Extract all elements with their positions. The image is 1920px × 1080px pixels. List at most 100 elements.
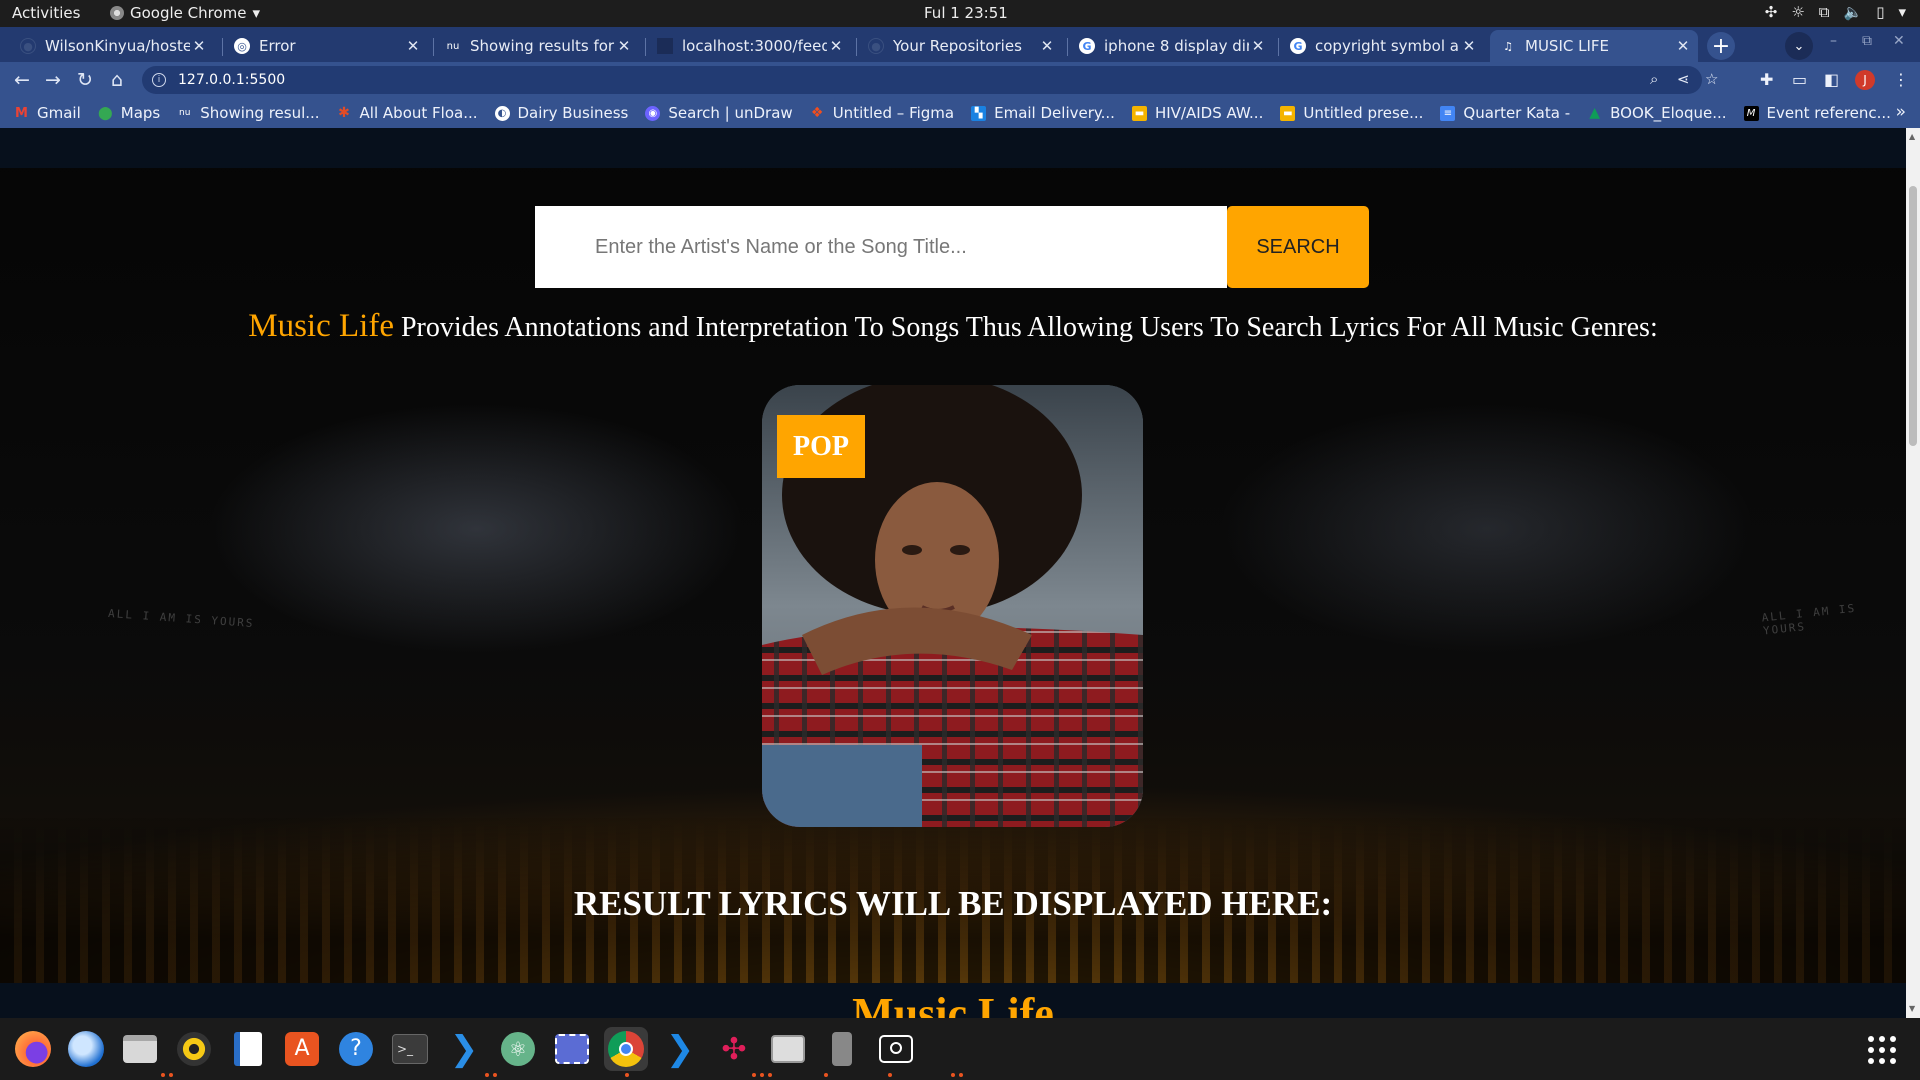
tab-music-life[interactable]: ♫ MUSIC LIFE ✕ bbox=[1490, 30, 1698, 62]
tab-error[interactable]: ◎ Error ✕ bbox=[224, 30, 428, 62]
close-icon[interactable]: ✕ bbox=[404, 37, 422, 55]
bookmark-maps[interactable]: ⬤ Maps bbox=[98, 104, 160, 122]
bookmark-label: All About Floa... bbox=[359, 104, 478, 122]
slack-icon[interactable]: ✣ bbox=[712, 1027, 756, 1071]
power-menu-icon[interactable]: ▾ bbox=[1898, 3, 1906, 21]
figma-icon: ❖ bbox=[810, 105, 824, 121]
tab-title: Your Repositories bbox=[893, 37, 1022, 55]
firefox-icon[interactable] bbox=[11, 1027, 55, 1071]
site-info-icon[interactable]: i bbox=[152, 73, 166, 87]
profile-avatar[interactable]: J bbox=[1855, 70, 1875, 90]
bookmark-book-eloquent[interactable]: ▲ BOOK_Eloque... bbox=[1587, 104, 1726, 122]
tab-showing-results[interactable]: nu Showing results for c ✕ bbox=[435, 30, 639, 62]
screenshot-icon[interactable] bbox=[550, 1027, 594, 1071]
chrome-icon[interactable] bbox=[604, 1027, 648, 1071]
phone-icon[interactable] bbox=[820, 1027, 864, 1071]
running-indicator bbox=[625, 1073, 629, 1077]
more-bookmarks-icon[interactable]: » bbox=[1896, 102, 1906, 122]
bookmark-dairy-business[interactable]: ◐ Dairy Business bbox=[494, 104, 628, 122]
tab-copyright-symbol[interactable]: G copyright symbol and ✕ bbox=[1280, 30, 1484, 62]
battery-icon[interactable]: ▯ bbox=[1876, 3, 1884, 21]
drive-icon: ▲ bbox=[1589, 105, 1601, 121]
bookmark-gmail[interactable]: M Gmail bbox=[14, 104, 81, 122]
bookmark-showing-results[interactable]: nu Showing resul... bbox=[177, 104, 320, 122]
star-icon: ✱ bbox=[338, 105, 350, 121]
network-icon[interactable]: ⧉ bbox=[1819, 3, 1830, 21]
activities-button[interactable]: Activities bbox=[12, 4, 80, 22]
close-window-icon[interactable]: ✕ bbox=[1893, 33, 1905, 49]
system-tray[interactable]: ✣ ☼ ⧉ 🔈 ▯ ▾ bbox=[1765, 3, 1906, 21]
vscode-icon[interactable]: ❯ bbox=[442, 1027, 486, 1071]
slides-icon: ▬ bbox=[1131, 105, 1147, 121]
files-icon[interactable] bbox=[118, 1027, 162, 1071]
slack-tray-icon[interactable]: ✣ bbox=[1765, 3, 1778, 21]
zoom-icon[interactable]: ⌕ bbox=[1650, 70, 1658, 88]
bookmark-email-delivery[interactable]: ▚ Email Delivery... bbox=[971, 104, 1115, 122]
tab-your-repositories[interactable]: ● Your Repositories ✕ bbox=[858, 30, 1062, 62]
page-scrollbar[interactable]: ▲ ▼ bbox=[1906, 128, 1920, 1018]
software-icon[interactable]: A bbox=[280, 1027, 324, 1071]
scroll-up-icon[interactable]: ▲ bbox=[1909, 132, 1915, 141]
back-icon[interactable]: ← bbox=[9, 67, 35, 93]
volume-icon[interactable]: 🔈 bbox=[1844, 3, 1863, 21]
close-icon[interactable]: ✕ bbox=[1674, 37, 1692, 55]
cast-icon[interactable]: ▭ bbox=[1792, 70, 1807, 89]
atom-icon[interactable]: ⚛ bbox=[496, 1027, 540, 1071]
bookmark-figma[interactable]: ❖ Untitled – Figma bbox=[810, 104, 954, 122]
close-icon[interactable]: ✕ bbox=[615, 37, 633, 55]
close-icon[interactable]: ✕ bbox=[827, 37, 845, 55]
extensions-icon[interactable]: ✚ bbox=[1760, 70, 1773, 89]
image-viewer-icon[interactable] bbox=[766, 1027, 810, 1071]
page-header bbox=[0, 128, 1906, 168]
reload-icon[interactable]: ↻ bbox=[72, 67, 98, 93]
dock: A ? >_ ❯ ⚛ ❯ ✣ bbox=[0, 1018, 1920, 1080]
close-icon[interactable]: ✕ bbox=[1038, 37, 1056, 55]
app-menu[interactable]: Google Chrome ▾ bbox=[110, 4, 260, 22]
clock[interactable]: Ful 1 23:51 bbox=[924, 4, 1008, 22]
bookmark-label: Event referenc... bbox=[1766, 104, 1891, 122]
scroll-thumb[interactable] bbox=[1909, 186, 1917, 446]
close-icon[interactable]: ✕ bbox=[190, 37, 208, 55]
tab-title: copyright symbol and bbox=[1315, 37, 1460, 55]
help-icon[interactable]: ? bbox=[334, 1027, 378, 1071]
bookmark-quarter-kata[interactable]: ≡ Quarter Kata - bbox=[1440, 104, 1570, 122]
rhythmbox-icon[interactable] bbox=[172, 1027, 216, 1071]
bookmark-label: Email Delivery... bbox=[994, 104, 1115, 122]
camera-icon[interactable] bbox=[874, 1027, 918, 1071]
bookmark-hiv-aids[interactable]: ▬ HIV/AIDS AW... bbox=[1131, 104, 1263, 122]
address-bar[interactable]: i 127.0.0.1:5500 ⌕ ⋖ ☆ bbox=[142, 66, 1718, 94]
song-search-input[interactable] bbox=[535, 206, 1227, 288]
genre-card-pop[interactable]: POP bbox=[762, 385, 1143, 827]
close-icon[interactable]: ✕ bbox=[1249, 37, 1267, 55]
minimize-icon[interactable]: – bbox=[1830, 33, 1837, 49]
tab-title: iphone 8 display dime bbox=[1104, 37, 1249, 55]
maps-icon: ⬤ bbox=[97, 105, 113, 121]
search-button[interactable]: SEARCH bbox=[1227, 206, 1369, 288]
show-applications-icon[interactable] bbox=[1868, 1036, 1896, 1064]
writer-icon[interactable] bbox=[226, 1027, 270, 1071]
new-tab-button[interactable]: + bbox=[1707, 32, 1735, 60]
home-icon[interactable]: ⌂ bbox=[104, 67, 130, 93]
tab-localhost-feedback[interactable]: localhost:3000/feedb ✕ bbox=[647, 30, 851, 62]
bookmark-all-about-floats[interactable]: ✱ All About Floa... bbox=[337, 104, 478, 122]
terminal-icon[interactable]: >_ bbox=[388, 1027, 432, 1071]
maximize-icon[interactable]: ⧉ bbox=[1862, 33, 1872, 49]
bookmark-event-reference[interactable]: M Event referenc... bbox=[1743, 104, 1891, 122]
bookmark-untitled-presentation[interactable]: ▬ Untitled prese... bbox=[1280, 104, 1423, 122]
tab-search-button[interactable]: ⌄ bbox=[1785, 32, 1813, 60]
forward-icon[interactable]: → bbox=[40, 67, 66, 93]
brightness-icon[interactable]: ☼ bbox=[1791, 3, 1804, 21]
close-icon[interactable]: ✕ bbox=[1460, 37, 1478, 55]
tab-github-hostel[interactable]: ● WilsonKinyua/hostel- ✕ bbox=[10, 30, 214, 62]
vscode-insiders-icon[interactable]: ❯ bbox=[658, 1027, 702, 1071]
bookmark-star-icon[interactable]: ☆ bbox=[1705, 70, 1718, 88]
page-viewport: ALL I AM IS YOURS ALL I AM IS YOURS SEAR… bbox=[0, 128, 1906, 1018]
side-panel-icon[interactable]: ◧ bbox=[1824, 70, 1839, 89]
bookmarks-bar: M Gmail ⬤ Maps nu Showing resul... ✱ All Abo… bbox=[0, 98, 1920, 128]
menu-icon[interactable]: ⋮ bbox=[1893, 70, 1909, 89]
thunderbird-icon[interactable] bbox=[64, 1027, 108, 1071]
scroll-down-icon[interactable]: ▼ bbox=[1909, 1004, 1915, 1013]
tab-iphone-display[interactable]: G iphone 8 display dime ✕ bbox=[1069, 30, 1273, 62]
bookmark-undraw[interactable]: ◉ Search | unDraw bbox=[645, 104, 793, 122]
share-icon[interactable]: ⋖ bbox=[1677, 70, 1690, 88]
